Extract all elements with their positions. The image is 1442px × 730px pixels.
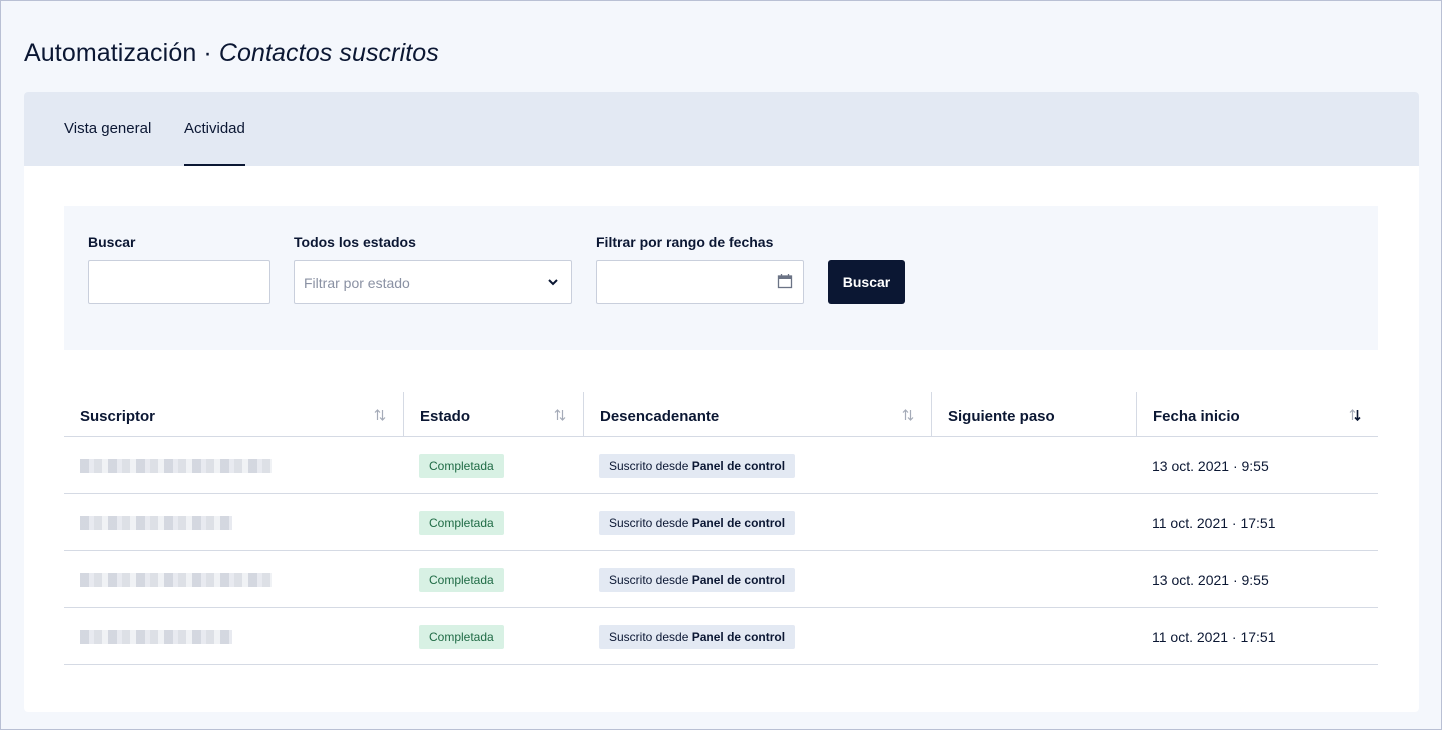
status-cell: Completada xyxy=(419,494,504,551)
trigger-prefix: Suscrito desde xyxy=(609,515,689,530)
redacted-subscriber xyxy=(80,515,232,530)
status-select-placeholder: Filtrar por estado xyxy=(304,275,410,291)
status-cell: Completada xyxy=(419,551,504,608)
search-label: Buscar xyxy=(88,234,136,250)
status-cell: Completada xyxy=(419,437,504,494)
redacted-subscriber xyxy=(80,572,272,587)
sort-icon[interactable] xyxy=(374,408,386,422)
trigger-cell: Suscrito desde Panel de control xyxy=(599,608,796,665)
sort-icon[interactable] xyxy=(554,408,566,422)
table-row[interactable]: Completada Suscrito desde Panel de contr… xyxy=(64,551,1378,608)
column-header-next-step: Siguiente paso xyxy=(931,392,1136,437)
table-header: Suscriptor Estado Desencadenante Siguien… xyxy=(64,392,1378,437)
page-title-main: Automatización · xyxy=(24,39,219,67)
date-range-label: Filtrar por rango de fechas xyxy=(596,234,774,250)
status-select[interactable]: Filtrar por estado xyxy=(294,260,572,304)
main-card: Vista general Actividad Buscar Todos los… xyxy=(24,92,1419,712)
column-header-label: Suscriptor xyxy=(80,408,156,425)
column-header-label: Desencadenante xyxy=(600,408,720,425)
table-row[interactable]: Completada Suscrito desde Panel de contr… xyxy=(64,494,1378,551)
status-badge: Completada xyxy=(419,510,504,535)
search-button[interactable]: Buscar xyxy=(828,260,905,304)
trigger-badge: Suscrito desde Panel de control xyxy=(599,510,796,535)
date-range-input[interactable] xyxy=(596,260,804,304)
filter-panel: Buscar Todos los estados Filtrar por est… xyxy=(64,206,1378,350)
trigger-source: Panel de control xyxy=(691,572,786,587)
sort-desc-icon[interactable] xyxy=(1349,408,1361,422)
column-header-label: Siguiente paso xyxy=(948,408,1055,425)
status-badge: Completada xyxy=(419,453,504,478)
redacted-subscriber xyxy=(80,629,232,644)
trigger-cell: Suscrito desde Panel de control xyxy=(599,551,796,608)
trigger-badge: Suscrito desde Panel de control xyxy=(599,624,796,649)
tab-overview[interactable]: Vista general xyxy=(64,92,151,166)
column-header-label: Estado xyxy=(420,408,471,425)
search-input[interactable] xyxy=(88,260,270,304)
table-row[interactable]: Completada Suscrito desde Panel de contr… xyxy=(64,608,1378,665)
start-date-cell: 13 oct. 2021 · 9:55 xyxy=(1152,457,1269,474)
trigger-badge: Suscrito desde Panel de control xyxy=(599,567,796,592)
start-date-cell: 11 oct. 2021 · 17:51 xyxy=(1152,628,1276,645)
column-header-subscriber[interactable]: Suscriptor xyxy=(64,392,403,437)
start-date-cell: 13 oct. 2021 · 9:55 xyxy=(1152,571,1269,588)
status-badge: Completada xyxy=(419,567,504,592)
page-title: Automatización · Contactos suscritos xyxy=(24,39,439,68)
subscriber-cell xyxy=(80,494,232,551)
trigger-prefix: Suscrito desde xyxy=(609,572,689,587)
table-row[interactable]: Completada Suscrito desde Panel de contr… xyxy=(64,437,1378,494)
activity-table: Suscriptor Estado Desencadenante Siguien… xyxy=(64,392,1378,665)
tab-activity[interactable]: Actividad xyxy=(184,92,245,166)
column-header-start-date[interactable]: Fecha inicio xyxy=(1136,392,1378,437)
trigger-source: Panel de control xyxy=(691,629,786,644)
subscriber-cell xyxy=(80,437,272,494)
tab-bar: Vista general Actividad xyxy=(24,92,1419,166)
calendar-icon[interactable] xyxy=(777,273,793,289)
trigger-prefix: Suscrito desde xyxy=(609,458,689,473)
trigger-cell: Suscrito desde Panel de control xyxy=(599,437,796,494)
trigger-badge: Suscrito desde Panel de control xyxy=(599,453,796,478)
sort-icon[interactable] xyxy=(902,408,914,422)
subscriber-cell xyxy=(80,608,232,665)
trigger-prefix: Suscrito desde xyxy=(609,629,689,644)
status-cell: Completada xyxy=(419,608,504,665)
column-header-label: Fecha inicio xyxy=(1153,408,1240,425)
redacted-subscriber xyxy=(80,458,272,473)
page-title-sub: Contactos suscritos xyxy=(218,39,439,67)
status-filter-label: Todos los estados xyxy=(294,234,416,250)
trigger-source: Panel de control xyxy=(691,515,786,530)
column-header-trigger[interactable]: Desencadenante xyxy=(583,392,931,437)
column-header-status[interactable]: Estado xyxy=(403,392,583,437)
trigger-cell: Suscrito desde Panel de control xyxy=(599,494,796,551)
chevron-down-icon xyxy=(548,279,558,286)
start-date-cell: 11 oct. 2021 · 17:51 xyxy=(1152,514,1276,531)
trigger-source: Panel de control xyxy=(691,458,786,473)
status-badge: Completada xyxy=(419,624,504,649)
subscriber-cell xyxy=(80,551,272,608)
